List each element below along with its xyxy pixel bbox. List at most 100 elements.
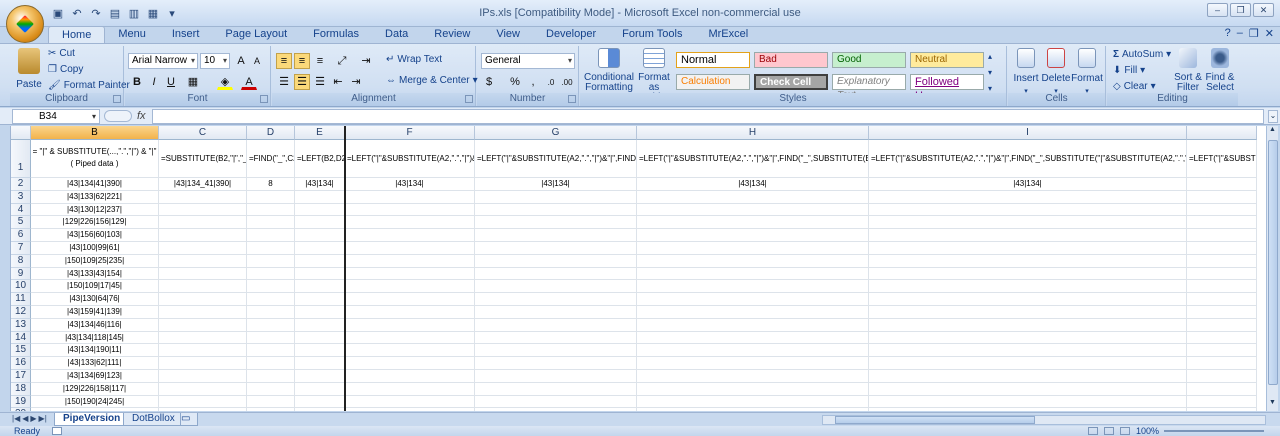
copy-button[interactable]: ❐ Copy xyxy=(48,64,83,75)
tab-home[interactable]: Home xyxy=(48,26,106,43)
cell-g11[interactable] xyxy=(475,293,637,306)
cell-d10[interactable] xyxy=(247,280,295,294)
cell-c9[interactable] xyxy=(159,267,247,281)
cell-b5[interactable]: |129|226|156|129| xyxy=(31,216,159,230)
cell-i6[interactable] xyxy=(869,229,1187,242)
cell-j2[interactable] xyxy=(1187,178,1257,191)
autosum-button[interactable]: Σ AutoSum ▾ xyxy=(1113,49,1171,60)
align-bottom-icon[interactable]: ≡ xyxy=(312,53,328,69)
column-header-e[interactable]: E xyxy=(295,126,345,140)
cell-b17[interactable]: |43|134|69|123| xyxy=(31,370,159,383)
cell-f2[interactable]: |43|134| xyxy=(345,178,475,191)
cell-e16[interactable] xyxy=(295,357,345,370)
cell-g17[interactable] xyxy=(475,370,637,383)
decrease-indent-icon[interactable]: ⇤ xyxy=(330,74,346,90)
cell-h19[interactable] xyxy=(637,395,869,409)
column-header-d[interactable]: D xyxy=(247,126,295,140)
cell-j9[interactable] xyxy=(1187,267,1257,281)
row-header-18[interactable]: 18 xyxy=(11,382,31,396)
cell-b14[interactable]: |43|134|118|145| xyxy=(31,331,159,345)
column-header-i[interactable]: I xyxy=(869,126,1187,140)
cell-h7[interactable] xyxy=(637,242,869,255)
cell-g15[interactable] xyxy=(475,344,637,358)
cell-g13[interactable] xyxy=(475,318,637,332)
ribbon-close-icon[interactable]: ✕ xyxy=(1265,27,1274,40)
row-header-11[interactable]: 11 xyxy=(11,293,31,306)
cell-c15[interactable] xyxy=(159,344,247,358)
cell-c6[interactable] xyxy=(159,229,247,242)
cell-f19[interactable] xyxy=(345,395,475,409)
cell-c11[interactable] xyxy=(159,293,247,306)
cell-c10[interactable] xyxy=(159,280,247,294)
cell-c4[interactable] xyxy=(159,203,247,217)
align-center-icon[interactable]: ☰ xyxy=(294,74,310,90)
cell-d9[interactable] xyxy=(247,267,295,281)
comma-button[interactable]: , xyxy=(525,74,541,90)
cell-h20[interactable] xyxy=(637,408,869,411)
cell-h4[interactable] xyxy=(637,203,869,217)
cell-f7[interactable] xyxy=(345,242,475,255)
cell-j1[interactable]: =LEFT("|"&SUBSTITUT xyxy=(1187,140,1257,178)
cell-b18[interactable]: |129|226|158|117| xyxy=(31,382,159,396)
cell-f3[interactable] xyxy=(345,190,475,204)
cell-f15[interactable] xyxy=(345,344,475,358)
insert-function-icon[interactable]: fx xyxy=(137,110,146,122)
percent-button[interactable]: % xyxy=(507,74,523,90)
cell-style-neutral[interactable]: Neutral xyxy=(910,52,984,68)
cell-g5[interactable] xyxy=(475,216,637,230)
indent-icon[interactable]: ⇥ xyxy=(358,53,374,69)
cell-f11[interactable] xyxy=(345,293,475,306)
cell-f8[interactable] xyxy=(345,254,475,268)
align-left-icon[interactable]: ☰ xyxy=(276,74,292,90)
cell-b7[interactable]: |43|100|99|61| xyxy=(31,242,159,255)
cell-h6[interactable] xyxy=(637,229,869,242)
cell-c5[interactable] xyxy=(159,216,247,230)
cell-e20[interactable] xyxy=(295,408,345,411)
row-header-8[interactable]: 8 xyxy=(11,254,31,268)
row-header-12[interactable]: 12 xyxy=(11,306,31,319)
cell-b16[interactable]: |43|133|62|111| xyxy=(31,357,159,370)
increase-decimal-icon[interactable]: .0 xyxy=(543,74,559,90)
tab-developer[interactable]: Developer xyxy=(533,26,609,43)
cell-i11[interactable] xyxy=(869,293,1187,306)
expand-formula-bar-icon[interactable]: ⌄ xyxy=(1268,110,1278,123)
column-header-c[interactable]: C xyxy=(159,126,247,140)
insert-cells-button[interactable]: Insert ▾ xyxy=(1012,48,1040,95)
row-header-14[interactable]: 14 xyxy=(11,331,31,345)
cell-g16[interactable] xyxy=(475,357,637,370)
cell-style-good[interactable]: Good xyxy=(832,52,906,68)
freeze-pane-divider[interactable] xyxy=(344,126,346,411)
formula-input[interactable] xyxy=(152,109,1264,124)
cell-g1[interactable]: =LEFT("|"&SUBSTITUTE(A2,".","|")&"|",FIN… xyxy=(475,140,637,178)
macro-record-icon[interactable] xyxy=(52,427,62,435)
cell-style-bad[interactable]: Bad xyxy=(754,52,828,68)
cell-e10[interactable] xyxy=(295,280,345,294)
cell-e2[interactable]: |43|134| xyxy=(295,178,345,191)
increase-indent-icon[interactable]: ⇥ xyxy=(348,74,364,90)
vertical-scroll-thumb[interactable] xyxy=(1268,140,1278,385)
delete-cells-button[interactable]: Delete ▾ xyxy=(1042,48,1070,95)
cell-g20[interactable] xyxy=(475,408,637,411)
cell-f16[interactable] xyxy=(345,357,475,370)
cell-i19[interactable] xyxy=(869,395,1187,409)
format-painter-button[interactable]: 🖌 Format Painter xyxy=(48,80,130,91)
row-header-19[interactable]: 19 xyxy=(11,395,31,409)
cell-c7[interactable] xyxy=(159,242,247,255)
cell-b9[interactable]: |43|133|43|154| xyxy=(31,267,159,281)
tab-data[interactable]: Data xyxy=(372,26,421,43)
row-header-10[interactable]: 10 xyxy=(11,280,31,294)
cell-h11[interactable] xyxy=(637,293,869,306)
cell-f12[interactable] xyxy=(345,306,475,319)
cell-b20[interactable] xyxy=(31,408,159,411)
cut-button[interactable]: ✂ Cut xyxy=(48,48,75,59)
scroll-up-icon[interactable]: ▲ xyxy=(1267,126,1278,138)
align-middle-icon[interactable]: ≡ xyxy=(294,53,310,69)
cell-j11[interactable] xyxy=(1187,293,1257,306)
cell-b1[interactable]: = "|" & SUBSTITUTE(...,".","|") & "|" ( P… xyxy=(31,140,159,178)
worksheet-grid[interactable]: BCDEFGHI1234567891011121314151617181920=… xyxy=(10,126,1266,411)
row-header-5[interactable]: 5 xyxy=(11,216,31,230)
cell-e17[interactable] xyxy=(295,370,345,383)
cell-f9[interactable] xyxy=(345,267,475,281)
formula-bar-divider-icon[interactable] xyxy=(104,110,132,122)
cell-d8[interactable] xyxy=(247,254,295,268)
